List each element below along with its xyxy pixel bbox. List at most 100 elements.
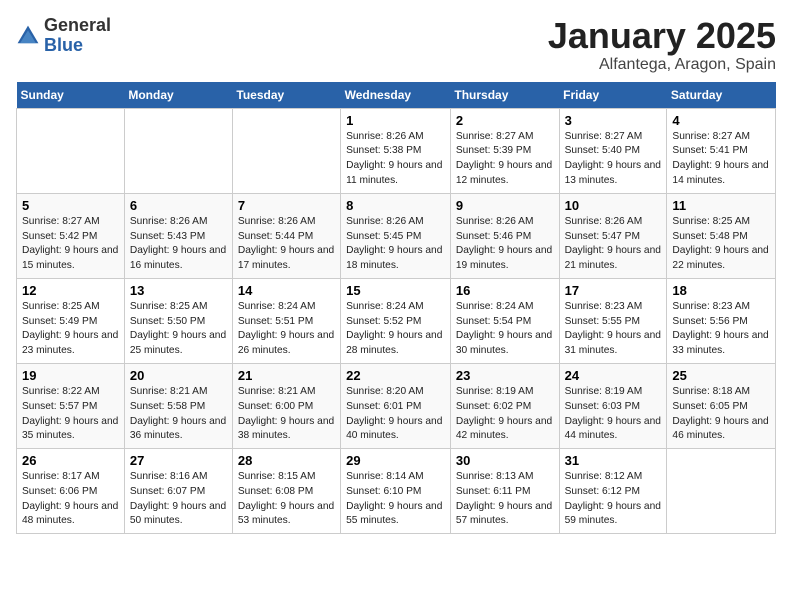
calendar-cell: 9Sunrise: 8:26 AMSunset: 5:46 PMDaylight… [450, 193, 559, 278]
day-number: 16 [456, 283, 554, 298]
day-number: 29 [346, 453, 445, 468]
calendar-cell [667, 449, 776, 534]
day-info: Sunrise: 8:26 AMSunset: 5:43 PMDaylight:… [130, 215, 227, 274]
day-info: Sunrise: 8:19 AMSunset: 6:03 PMDaylight:… [565, 385, 662, 444]
calendar-cell: 25 Sunrise: 8:18 AMSunset: 6:05 PMDayligh… [667, 363, 776, 448]
calendar-cell: 1Sunrise: 8:26 AMSunset: 5:38 PMDaylight… [341, 108, 451, 193]
day-info: Sunrise: 8:16 AMSunset: 6:07 PMDaylight:… [130, 470, 227, 529]
day-number: 23 [456, 368, 554, 383]
day-number: 4 [672, 113, 770, 128]
calendar-cell [124, 108, 232, 193]
day-info: Sunrise: 8:26 AMSunset: 5:45 PMDaylight:… [346, 215, 445, 274]
day-number: 22 [346, 368, 445, 383]
calendar-cell: 21 Sunrise: 8:21 AMSunset: 6:00 PMDayligh… [232, 363, 340, 448]
page-header: General Blue January 2025 Alfantega, Ara… [16, 16, 776, 74]
calendar-cell: 7 Sunrise: 8:26 AMSunset: 5:44 PMDaylight… [232, 193, 340, 278]
day-number: 28 [238, 453, 335, 468]
day-number: 7 [238, 198, 335, 213]
day-number: 31 [565, 453, 662, 468]
day-number: 15 [346, 283, 445, 298]
day-number: 9 [456, 198, 554, 213]
calendar-cell: 8 Sunrise: 8:26 AMSunset: 5:45 PMDaylight… [341, 193, 451, 278]
day-number: 13 [130, 283, 227, 298]
calendar-cell: 19Sunrise: 8:22 AMSunset: 5:57 PMDayligh… [17, 363, 125, 448]
calendar-cell: 11Sunrise: 8:25 AMSunset: 5:48 PMDayligh… [667, 193, 776, 278]
calendar-cell [17, 108, 125, 193]
day-info: Sunrise: 8:24 AMSunset: 5:52 PMDaylight:… [346, 300, 445, 359]
day-number: 5 [22, 198, 119, 213]
calendar-cell: 26 Sunrise: 8:17 AMSunset: 6:06 PMDayligh… [17, 449, 125, 534]
day-info: Sunrise: 8:22 AMSunset: 5:57 PMDaylight:… [22, 385, 119, 444]
day-info: Sunrise: 8:27 AMSunset: 5:42 PMDaylight:… [22, 215, 119, 274]
calendar-cell: 3Sunrise: 8:27 AMSunset: 5:40 PMDaylight… [559, 108, 667, 193]
location-title: Alfantega, Aragon, Spain [548, 56, 776, 74]
day-info: Sunrise: 8:27 AMSunset: 5:41 PMDaylight:… [672, 130, 770, 189]
header-day-wednesday: Wednesday [341, 82, 451, 109]
day-info: Sunrise: 8:20 AMSunset: 6:01 PMDaylight:… [346, 385, 445, 444]
calendar-cell: 4 Sunrise: 8:27 AMSunset: 5:41 PMDaylight… [667, 108, 776, 193]
day-info: Sunrise: 8:14 AMSunset: 6:10 PMDaylight:… [346, 470, 445, 529]
day-number: 20 [130, 368, 227, 383]
day-info: Sunrise: 8:23 AMSunset: 5:55 PMDaylight:… [565, 300, 662, 359]
day-number: 17 [565, 283, 662, 298]
calendar-table: SundayMondayTuesdayWednesdayThursdayFrid… [16, 82, 776, 535]
day-info: Sunrise: 8:25 AMSunset: 5:50 PMDaylight:… [130, 300, 227, 359]
calendar-cell: 29 Sunrise: 8:14 AMSunset: 6:10 PMDayligh… [341, 449, 451, 534]
calendar-cell: 2Sunrise: 8:27 AMSunset: 5:39 PMDaylight… [450, 108, 559, 193]
calendar-cell: 17 Sunrise: 8:23 AMSunset: 5:55 PMDayligh… [559, 278, 667, 363]
header-day-thursday: Thursday [450, 82, 559, 109]
header-day-tuesday: Tuesday [232, 82, 340, 109]
day-info: Sunrise: 8:13 AMSunset: 6:11 PMDaylight:… [456, 470, 554, 529]
day-number: 8 [346, 198, 445, 213]
day-info: Sunrise: 8:27 AMSunset: 5:39 PMDaylight:… [456, 130, 554, 189]
calendar-cell: 6 Sunrise: 8:26 AMSunset: 5:43 PMDaylight… [124, 193, 232, 278]
day-number: 27 [130, 453, 227, 468]
day-number: 30 [456, 453, 554, 468]
day-info: Sunrise: 8:17 AMSunset: 6:06 PMDaylight:… [22, 470, 119, 529]
day-info: Sunrise: 8:21 AMSunset: 5:58 PMDaylight:… [130, 385, 227, 444]
header-day-monday: Monday [124, 82, 232, 109]
day-info: Sunrise: 8:24 AMSunset: 5:54 PMDaylight:… [456, 300, 554, 359]
day-info: Sunrise: 8:25 AMSunset: 5:48 PMDaylight:… [672, 215, 770, 274]
day-info: Sunrise: 8:24 AMSunset: 5:51 PMDaylight:… [238, 300, 335, 359]
day-number: 26 [22, 453, 119, 468]
calendar-cell: 14 Sunrise: 8:24 AMSunset: 5:51 PMDayligh… [232, 278, 340, 363]
day-info: Sunrise: 8:21 AMSunset: 6:00 PMDaylight:… [238, 385, 335, 444]
day-number: 14 [238, 283, 335, 298]
day-info: Sunrise: 8:27 AMSunset: 5:40 PMDaylight:… [565, 130, 662, 189]
calendar-cell: 23 Sunrise: 8:19 AMSunset: 6:02 PMDayligh… [450, 363, 559, 448]
day-number: 18 [672, 283, 770, 298]
header-day-friday: Friday [559, 82, 667, 109]
day-number: 6 [130, 198, 227, 213]
day-info: Sunrise: 8:23 AMSunset: 5:56 PMDaylight:… [672, 300, 770, 359]
day-info: Sunrise: 8:18 AMSunset: 6:05 PMDaylight:… [672, 385, 770, 444]
calendar-cell: 22 Sunrise: 8:20 AMSunset: 6:01 PMDayligh… [341, 363, 451, 448]
calendar-cell: 16 Sunrise: 8:24 AMSunset: 5:54 PMDayligh… [450, 278, 559, 363]
day-info: Sunrise: 8:19 AMSunset: 6:02 PMDaylight:… [456, 385, 554, 444]
calendar-cell: 18 Sunrise: 8:23 AMSunset: 5:56 PMDayligh… [667, 278, 776, 363]
day-number: 21 [238, 368, 335, 383]
calendar-cell: 13 Sunrise: 8:25 AMSunset: 5:50 PMDayligh… [124, 278, 232, 363]
logo-icon [16, 24, 40, 48]
day-info: Sunrise: 8:12 AMSunset: 6:12 PMDaylight:… [565, 470, 662, 529]
calendar-cell: 20 Sunrise: 8:21 AMSunset: 5:58 PMDayligh… [124, 363, 232, 448]
calendar-week-3: 12Sunrise: 8:25 AMSunset: 5:49 PMDayligh… [17, 278, 776, 363]
calendar-cell: 12Sunrise: 8:25 AMSunset: 5:49 PMDayligh… [17, 278, 125, 363]
title-block: January 2025 Alfantega, Aragon, Spain [548, 16, 776, 74]
day-number: 24 [565, 368, 662, 383]
calendar-header-row: SundayMondayTuesdayWednesdayThursdayFrid… [17, 82, 776, 109]
calendar-cell: 24 Sunrise: 8:19 AMSunset: 6:03 PMDayligh… [559, 363, 667, 448]
calendar-cell: 10Sunrise: 8:26 AMSunset: 5:47 PMDayligh… [559, 193, 667, 278]
day-number: 1 [346, 113, 445, 128]
day-info: Sunrise: 8:26 AMSunset: 5:44 PMDaylight:… [238, 215, 335, 274]
day-number: 12 [22, 283, 119, 298]
calendar-cell: 5 Sunrise: 8:27 AMSunset: 5:42 PMDaylight… [17, 193, 125, 278]
calendar-week-4: 19Sunrise: 8:22 AMSunset: 5:57 PMDayligh… [17, 363, 776, 448]
calendar-week-1: 1Sunrise: 8:26 AMSunset: 5:38 PMDaylight… [17, 108, 776, 193]
calendar-cell [232, 108, 340, 193]
month-title: January 2025 [548, 16, 776, 56]
calendar-week-2: 5 Sunrise: 8:27 AMSunset: 5:42 PMDaylight… [17, 193, 776, 278]
calendar-cell: 30 Sunrise: 8:13 AMSunset: 6:11 PMDayligh… [450, 449, 559, 534]
calendar-week-5: 26 Sunrise: 8:17 AMSunset: 6:06 PMDayligh… [17, 449, 776, 534]
day-number: 25 [672, 368, 770, 383]
